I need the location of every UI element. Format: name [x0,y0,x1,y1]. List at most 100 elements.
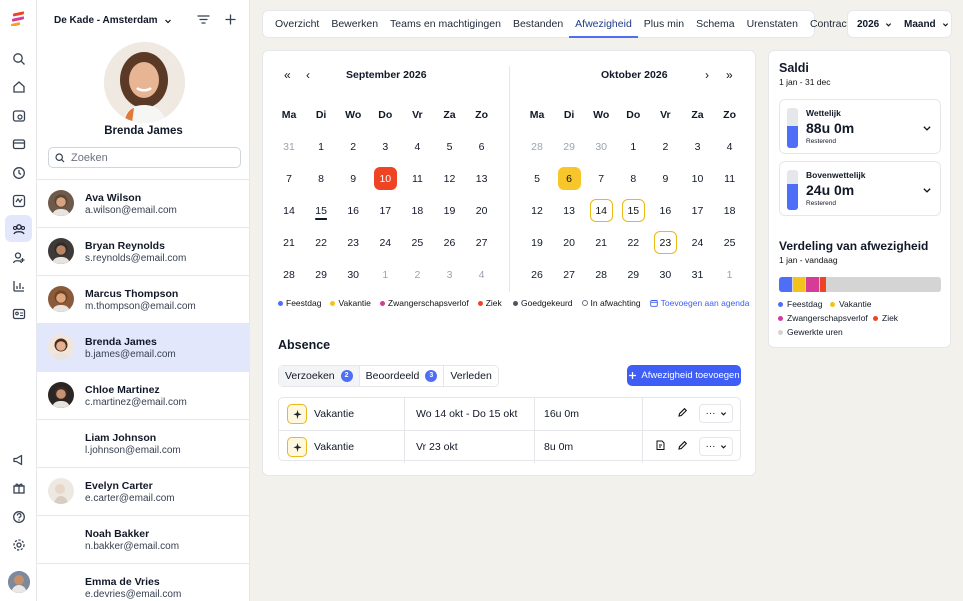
expand-button[interactable] [922,185,932,195]
tab-schema[interactable]: Schema [690,11,741,37]
day-cell[interactable]: 14 [273,205,305,217]
person-row[interactable]: Marcus Thompson m.thompson@email.com [37,276,250,324]
day-cell[interactable]: 26 [521,269,553,281]
more-actions-dropdown[interactable]: ··· [699,404,733,423]
day-cell-marked[interactable]: 15 [621,199,645,223]
rail-team-button[interactable] [5,215,32,242]
day-cell[interactable]: 23 [337,237,369,249]
expand-button[interactable] [922,123,932,133]
day-cell-marked[interactable]: 23 [653,231,677,255]
day-cell[interactable]: 17 [369,205,401,217]
day-cell[interactable]: 19 [521,237,553,249]
location-selector[interactable]: De Kade - Amsterdam [54,15,172,26]
rail-add-user-button[interactable] [9,248,28,267]
edit-button[interactable] [677,440,690,453]
day-cell[interactable]: 21 [273,237,305,249]
day-cell[interactable]: 29 [305,269,337,281]
day-cell[interactable]: 13 [553,205,585,217]
day-cell[interactable]: 12 [521,205,553,217]
day-cell[interactable]: 29 [617,269,649,281]
day-cell[interactable]: 1 [369,269,401,281]
day-cell[interactable]: 6 [466,141,498,153]
rail-id-card-button[interactable] [9,304,28,323]
person-row[interactable]: Chloe Martinez c.martinez@email.com [37,372,250,420]
day-cell[interactable]: 17 [682,205,714,217]
tab-teams-en-machtigingen[interactable]: Teams en machtigingen [384,11,507,37]
absence-row[interactable]: Vakantie Wo 14 okt - Do 15 okt 16u 0m ··· [279,398,740,430]
tab-bewerken[interactable]: Bewerken [325,11,384,37]
day-cell[interactable]: 7 [273,173,305,185]
search-input[interactable] [71,151,231,164]
day-cell[interactable]: 1 [617,141,649,153]
current-user-avatar[interactable] [8,571,30,593]
day-cell[interactable]: 5 [434,141,466,153]
day-cell[interactable]: 18 [401,205,433,217]
day-cell[interactable]: 1 [305,141,337,153]
rail-calendar-card-button[interactable] [9,134,28,153]
rail-gift-button[interactable] [9,478,28,497]
day-cell[interactable]: 2 [649,141,681,153]
prev-month-button[interactable]: ‹ [306,68,310,82]
day-cell[interactable]: 25 [714,237,746,249]
day-cell[interactable]: 4 [466,269,498,281]
day-cell[interactable]: 31 [682,269,714,281]
day-cell[interactable]: 12 [434,173,466,185]
edit-button[interactable] [677,407,690,420]
day-cell[interactable]: 16 [649,205,681,217]
rail-settings-button[interactable] [9,535,28,554]
day-cell[interactable]: 3 [434,269,466,281]
rail-search-button[interactable] [9,49,28,68]
note-button[interactable] [655,440,668,453]
day-cell[interactable]: 29 [553,141,585,153]
day-cell[interactable]: 20 [466,205,498,217]
view-dropdown[interactable]: Maand [904,11,949,38]
rail-activity-button[interactable] [9,191,28,210]
prev-year-button[interactable]: « [284,68,291,82]
next-month-button[interactable]: › [705,68,709,82]
rail-megaphone-button[interactable] [9,450,28,469]
absence-tab-verleden[interactable]: Verleden [444,366,497,386]
balance-card[interactable]: Wettelijk 88u 0m Resterend [779,99,941,154]
day-cell[interactable]: 9 [649,173,681,185]
more-actions-dropdown[interactable]: ··· [699,437,733,456]
tab-overzicht[interactable]: Overzicht [269,11,325,37]
day-cell[interactable]: 24 [369,237,401,249]
day-cell[interactable]: 22 [305,237,337,249]
absence-row[interactable]: Vakantie Vr 23 okt 8u 0m ··· [279,430,740,463]
tab-bestanden[interactable]: Bestanden [507,11,569,37]
day-cell[interactable]: 3 [369,141,401,153]
day-cell[interactable]: 24 [682,237,714,249]
day-cell[interactable]: 8 [305,173,337,185]
add-person-button[interactable] [224,13,240,29]
day-cell[interactable]: 8 [617,173,649,185]
balance-card[interactable]: Bovenwettelijk 24u 0m Resterend [779,161,941,216]
add-absence-button[interactable]: Afwezigheid toevoegen [627,365,741,386]
day-cell[interactable]: 16 [337,205,369,217]
next-year-button[interactable]: » [726,68,733,82]
person-row[interactable]: Emma de Vries e.devries@email.com [37,564,250,601]
tab-plus-min[interactable]: Plus min [638,11,690,37]
day-cell-marked[interactable]: 10 [373,167,397,191]
day-cell-marked[interactable]: 14 [589,199,613,223]
rail-inbox-search-button[interactable] [9,106,28,125]
day-cell[interactable]: 18 [714,205,746,217]
person-row[interactable]: Bryan Reynolds s.reynolds@email.com [37,228,250,276]
person-row[interactable]: Ava Wilson a.wilson@email.com [37,180,250,228]
day-cell[interactable]: 4 [401,141,433,153]
absence-tab-verzoeken[interactable]: Verzoeken 2 [279,366,360,386]
day-cell[interactable]: 11 [401,173,433,185]
day-cell[interactable]: 26 [434,237,466,249]
year-dropdown[interactable]: 2026 [857,11,892,38]
day-cell[interactable]: 30 [585,141,617,153]
day-cell[interactable]: 9 [337,173,369,185]
search-box[interactable] [48,147,241,168]
person-row[interactable]: Brenda James b.james@email.com [37,324,250,372]
day-cell[interactable]: 21 [585,237,617,249]
person-row[interactable]: Noah Bakker n.bakker@email.com [37,516,250,564]
day-cell[interactable]: 25 [401,237,433,249]
person-row[interactable]: Liam Johnson l.johnson@email.com [37,420,250,468]
day-cell[interactable]: 1 [714,269,746,281]
absence-tab-beoordeeld[interactable]: Beoordeeld 3 [360,366,445,386]
day-cell[interactable]: 28 [273,269,305,281]
filter-button[interactable] [197,13,213,29]
